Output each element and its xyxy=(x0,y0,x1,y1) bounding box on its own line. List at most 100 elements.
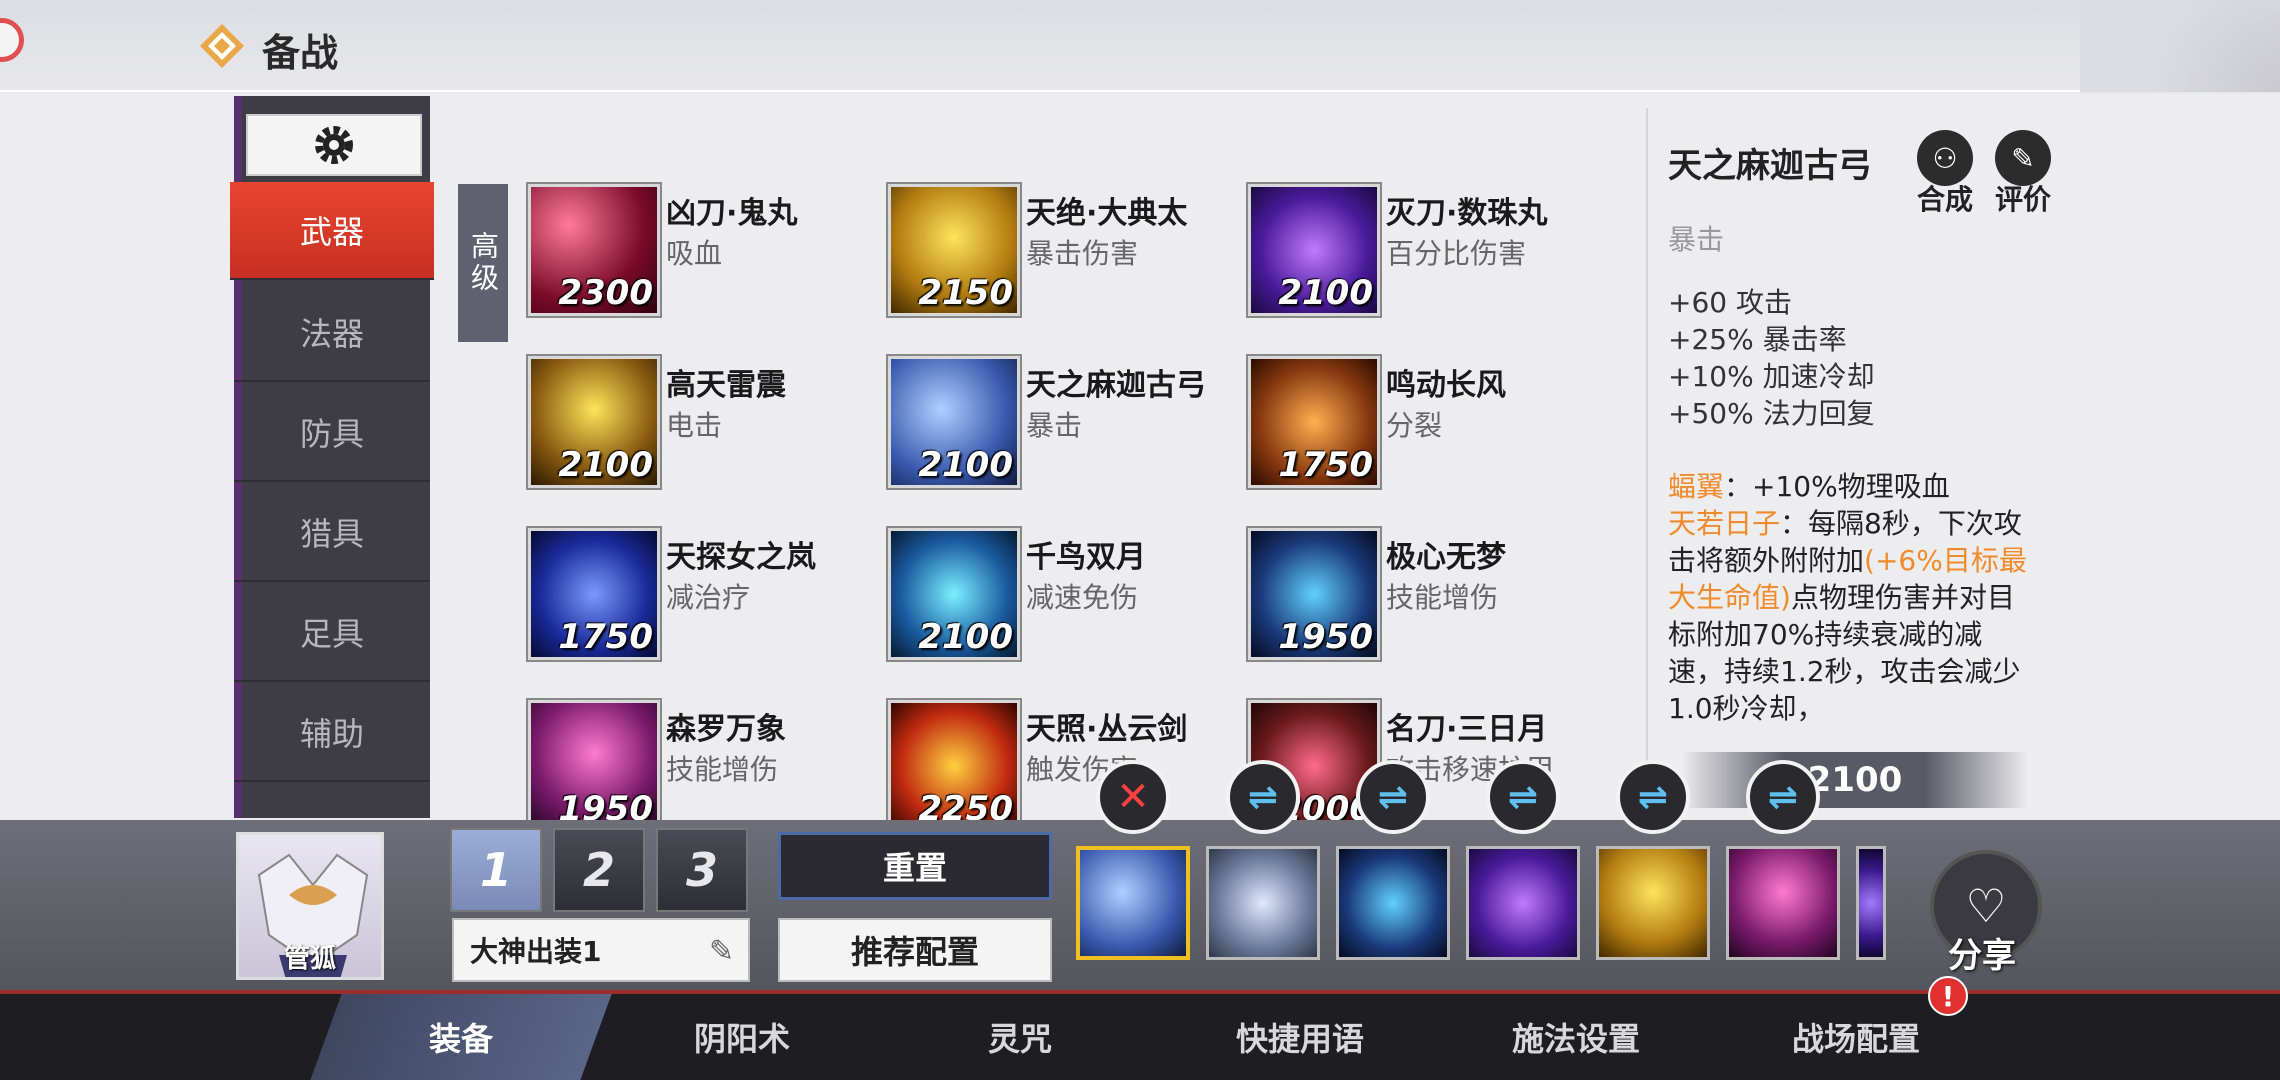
item-price: 2300 xyxy=(558,273,653,313)
sidebar-item-weapon[interactable]: 武器 xyxy=(230,182,434,280)
equipped-slot[interactable] xyxy=(1336,846,1450,960)
item-icon: 1950 xyxy=(1246,526,1382,662)
compose-button[interactable]: ⚇ 合成 xyxy=(1910,130,1980,218)
heart-icon: ♡ xyxy=(1965,879,2007,933)
item-price: 2100 xyxy=(918,617,1013,657)
detail-description: 蝠翼：+10%物理吸血 天若日子：每隔8秒，下次攻击将额外附附加(+6%目标最大… xyxy=(1668,468,2028,727)
item-effect: 暴击 xyxy=(1026,409,1083,442)
gear-icon xyxy=(315,126,353,164)
item-card[interactable]: 1950 森罗万象 技能增伤 xyxy=(526,698,868,840)
item-effect: 百分比伤害 xyxy=(1386,237,1527,270)
item-card[interactable]: 2100 高天雷震 电击 xyxy=(526,354,868,496)
sidebar-item-support[interactable]: 辅助 xyxy=(234,684,430,782)
share-label: 分享 xyxy=(1948,936,2016,976)
review-label: 评价 xyxy=(1994,183,2051,216)
passive-text: ：+10%物理吸血 xyxy=(1724,470,1950,503)
item-detail-panel: 天之麻迦古弓 ⚇ 合成 ✎ 评价 暴击 +60 攻击 +25% 暴击率 +10%… xyxy=(1646,108,2051,808)
item-icon: 1750 xyxy=(1246,354,1382,490)
item-effect: 减速免伤 xyxy=(1026,581,1139,614)
swap-icon[interactable]: ⇌ xyxy=(1226,760,1300,834)
item-name: 森罗万象 xyxy=(666,712,786,747)
item-effect: 技能增伤 xyxy=(1386,581,1499,614)
item-card[interactable]: 2300 凶刀·鬼丸 吸血 xyxy=(526,182,868,324)
equipped-slot[interactable] xyxy=(1466,846,1580,960)
item-icon: 2300 xyxy=(526,182,662,318)
item-icon: 2100 xyxy=(886,354,1022,490)
equipped-slot[interactable] xyxy=(1076,846,1190,960)
item-price: 2100 xyxy=(918,445,1013,485)
item-card[interactable]: 2100 天之麻迦古弓 暴击 xyxy=(886,354,1228,496)
item-name: 灭刀·数珠丸 xyxy=(1386,196,1548,231)
swap-icon[interactable]: ⇌ xyxy=(1746,760,1820,834)
item-price: 2100 xyxy=(558,445,653,485)
item-name: 天之麻迦古弓 xyxy=(1026,368,1206,403)
top-bar: 备战 xyxy=(0,0,2280,92)
page-title: 备战 xyxy=(262,31,339,75)
swap-icon[interactable]: ⇌ xyxy=(1616,760,1690,834)
item-price: 1750 xyxy=(1278,445,1373,485)
equipped-slot[interactable] xyxy=(1726,846,1840,960)
equipped-slot[interactable] xyxy=(1856,846,1886,960)
item-card[interactable]: 1750 天探女之岚 减治疗 xyxy=(526,526,868,668)
item-price: 2100 xyxy=(1278,273,1373,313)
pencil-icon[interactable]: ✎ xyxy=(709,934,734,969)
item-effect: 吸血 xyxy=(666,237,723,270)
item-card[interactable]: 2150 天绝·大典太 暴击伤害 xyxy=(886,182,1228,324)
remove-icon[interactable]: ✕ xyxy=(1096,760,1170,834)
alert-badge-icon: ! xyxy=(1928,976,1968,1016)
settings-button[interactable] xyxy=(246,114,422,176)
item-icon: 2100 xyxy=(526,354,662,490)
hero-name: 管狐 xyxy=(283,944,336,974)
item-effect: 减治疗 xyxy=(666,581,751,614)
tab-spell[interactable]: 灵咒 xyxy=(900,994,1140,1080)
item-card[interactable]: 2100 千鸟双月 减速免伤 xyxy=(886,526,1228,668)
item-name: 天照·丛云剑 xyxy=(1026,712,1188,747)
build-name-field[interactable]: 大神出装1 ✎ xyxy=(452,918,750,982)
item-price: 2150 xyxy=(918,273,1013,313)
stat-line: +50% 法力回复 xyxy=(1668,397,1875,430)
reset-button[interactable]: 重置 xyxy=(778,832,1052,900)
review-button[interactable]: ✎ 评价 xyxy=(1988,130,2058,218)
item-icon: 2100 xyxy=(886,526,1022,662)
slot-tab-3[interactable]: 3 xyxy=(656,828,748,912)
item-icon: 1750 xyxy=(526,526,662,662)
hero-avatar[interactable]: 管狐 xyxy=(236,832,384,980)
slot-tab-2[interactable]: 2 xyxy=(553,828,645,912)
item-name: 名刀·三日月 xyxy=(1386,712,1548,747)
item-name: 天探女之岚 xyxy=(666,540,816,575)
recommend-button[interactable]: 推荐配置 xyxy=(778,918,1052,982)
swap-icon[interactable]: ⇌ xyxy=(1486,760,1560,834)
tab-onmyoji[interactable]: 阴阳术 xyxy=(622,994,862,1080)
back-icon[interactable] xyxy=(0,18,24,62)
compose-label: 合成 xyxy=(1916,183,1973,216)
item-name: 天绝·大典太 xyxy=(1026,196,1188,231)
tab-quick-chat[interactable]: 快捷用语 xyxy=(1180,994,1420,1080)
item-card[interactable]: 2250 天照·丛云剑 触发伤害 xyxy=(886,698,1228,840)
detail-item-name: 天之麻迦古弓 xyxy=(1668,146,1872,186)
item-card[interactable]: 2100 灭刀·数珠丸 百分比伤害 xyxy=(1246,182,1588,324)
stat-line: +60 攻击 xyxy=(1668,286,1792,319)
item-effect: 技能增伤 xyxy=(666,753,779,786)
tab-cast-settings[interactable]: 施法设置 xyxy=(1456,994,1696,1080)
item-icon: 1950 xyxy=(526,698,662,834)
equipped-slot[interactable] xyxy=(1206,846,1320,960)
sidebar-item-hunting[interactable]: 猎具 xyxy=(234,484,430,582)
build-name-text: 大神出装1 xyxy=(470,935,602,968)
header-decoration xyxy=(2080,0,2280,92)
item-name: 高天雷震 xyxy=(666,368,786,403)
equipped-slot[interactable] xyxy=(1596,846,1710,960)
passive-name: 蝠翼 xyxy=(1668,470,1725,503)
item-card[interactable]: 1950 极心无梦 技能增伤 xyxy=(1246,526,1588,668)
sidebar-item-boots[interactable]: 足具 xyxy=(234,584,430,682)
tab-equipment[interactable]: 装备 xyxy=(310,994,612,1080)
sidebar-item-armor[interactable]: 防具 xyxy=(234,384,430,482)
item-icon: 2150 xyxy=(886,182,1022,318)
detail-price-bar: 2100 xyxy=(1680,752,2030,808)
passive-name: 天若日子 xyxy=(1668,507,1781,540)
stat-line: +25% 暴击率 xyxy=(1668,323,1847,356)
sidebar-item-magic[interactable]: 法器 xyxy=(234,284,430,382)
stat-line: +10% 加速冷却 xyxy=(1668,360,1875,393)
slot-tab-1[interactable]: 1 xyxy=(450,828,542,912)
swap-icon[interactable]: ⇌ xyxy=(1356,760,1430,834)
item-card[interactable]: 1750 鸣动长风 分裂 xyxy=(1246,354,1588,496)
